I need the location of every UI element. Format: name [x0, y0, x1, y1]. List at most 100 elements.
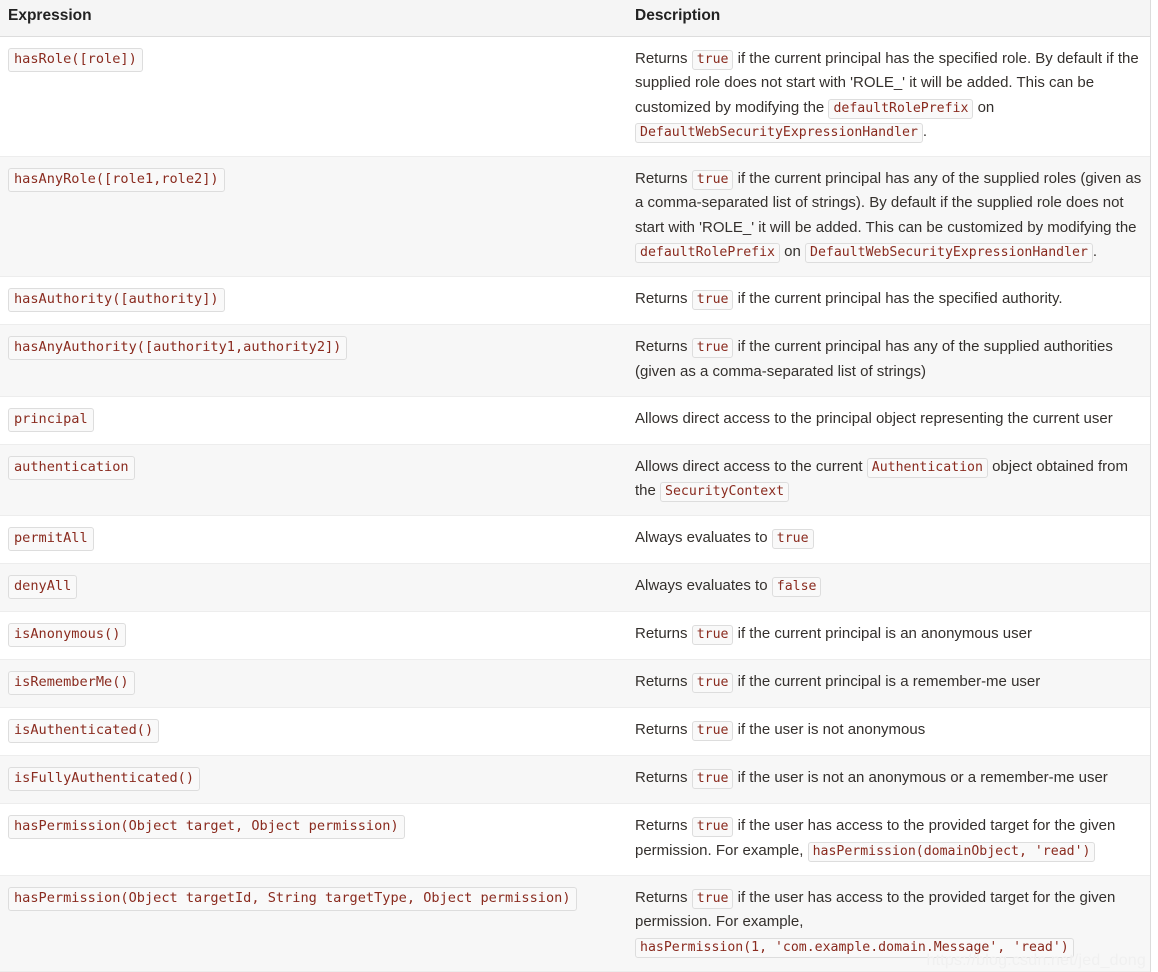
description-text: if the user is not anonymous: [733, 721, 926, 739]
description-cell: Returns true if the user is not anonymou…: [627, 707, 1150, 757]
expression-code: authentication: [8, 455, 135, 480]
expression-code: hasAnyAuthority([authority1,authority2]): [8, 336, 348, 361]
expression-code: hasAnyRole([role1,role2]): [8, 168, 225, 193]
inline-code: true: [691, 49, 734, 70]
expression-code: permitAll: [8, 527, 94, 552]
description-cell: Always evaluates to false: [627, 563, 1150, 613]
description-text: Returns: [635, 290, 692, 308]
expression-code: isAuthenticated(): [8, 719, 160, 744]
inline-code: defaultRolePrefix: [635, 243, 780, 263]
table-row: hasRole([role]) Returns true if the curre…: [0, 36, 1150, 158]
description-text: if the user is not an anonymous or a rem…: [733, 769, 1108, 787]
expression-cell: isAnonymous(): [0, 611, 627, 661]
expression-code: isFullyAuthenticated(): [8, 767, 201, 792]
inline-code: false: [771, 577, 822, 598]
inline-code: DefaultWebSecurityExpressionHandler: [805, 243, 1093, 263]
column-header-description: Description: [627, 0, 1150, 37]
expression-code: hasPermission(Object targetId, String ta…: [8, 886, 577, 911]
description-text: Returns: [635, 170, 692, 188]
expression-code: isRememberMe(): [8, 671, 135, 696]
inline-code: true: [691, 769, 734, 790]
description-text: Returns: [635, 338, 692, 356]
description-cell: Returns true if the current principal ha…: [627, 324, 1150, 397]
inline-code: true: [771, 529, 814, 550]
expression-cell: hasRole([role]): [0, 36, 627, 158]
inline-code: SecurityContext: [660, 482, 790, 503]
inline-code: hasPermission(domainObject, 'read'): [807, 841, 1096, 862]
expression-cell: hasPermission(Object target, Object perm…: [0, 803, 627, 876]
expression-code: hasAuthority([authority]): [8, 288, 225, 313]
expression-cell: hasAnyRole([role1,role2]): [0, 156, 627, 278]
inline-code: true: [691, 170, 734, 191]
table-row: permitAll Always evaluates to true: [0, 515, 1150, 565]
expression-cell: isFullyAuthenticated(): [0, 755, 627, 805]
expression-cell: permitAll: [0, 515, 627, 565]
description-text: if the current principal is an anonymous…: [733, 625, 1032, 643]
table-row: hasPermission(Object target, Object perm…: [0, 803, 1150, 876]
expression-code: hasPermission(Object target, Object perm…: [8, 815, 405, 840]
description-text: Returns: [635, 721, 692, 739]
expression-code: principal: [8, 407, 94, 432]
inline-code: true: [691, 290, 734, 311]
inline-code: true: [691, 338, 734, 359]
table-row: hasPermission(Object targetId, String ta…: [0, 875, 1150, 972]
expression-cell: hasPermission(Object targetId, String ta…: [0, 875, 627, 972]
description-cell: Returns true if the current principal ha…: [627, 276, 1150, 326]
description-cell: Returns true if the user is not an anony…: [627, 755, 1150, 805]
inline-code: Authentication: [866, 457, 988, 478]
description-cell: Allows direct access to the current Auth…: [627, 444, 1150, 517]
inline-code: true: [691, 625, 734, 646]
table-header-row: Expression Description: [0, 0, 1150, 37]
table-row: hasAnyAuthority([authority1,authority2])…: [0, 324, 1150, 397]
inline-code: true: [691, 888, 734, 909]
description-text: on: [779, 243, 806, 260]
table-body: hasRole([role]) Returns true if the curre…: [0, 36, 1150, 972]
table-header: Expression Description: [0, 0, 1150, 37]
description-cell: Returns true if the current principal is…: [627, 611, 1150, 661]
description-text: if the current principal has the specifi…: [733, 290, 1063, 308]
description-cell: Returns true if the current principal is…: [627, 659, 1150, 709]
description-text: Always evaluates to: [635, 529, 772, 547]
description-cell: Returns true if the user has access to t…: [627, 803, 1150, 876]
description-cell: Allows direct access to the principal ob…: [627, 396, 1150, 445]
inline-code: true: [691, 817, 734, 838]
expression-cell: hasAuthority([authority]): [0, 276, 627, 326]
expression-cell: authentication: [0, 444, 627, 517]
expression-code: denyAll: [8, 575, 78, 600]
description-cell: Always evaluates to true: [627, 515, 1150, 565]
description-text: Returns: [635, 888, 692, 906]
expression-code: hasRole([role]): [8, 47, 143, 72]
inline-code: defaultRolePrefix: [828, 98, 974, 119]
description-text: Always evaluates to: [635, 577, 772, 595]
description-text: Allows direct access to the current: [635, 457, 867, 475]
inline-code: true: [691, 673, 734, 694]
description-cell: Returns true if the current principal ha…: [627, 36, 1150, 158]
description-text: Returns: [635, 673, 692, 691]
expression-cell: denyAll: [0, 563, 627, 613]
description-text: Returns: [635, 769, 692, 787]
description-text: Allows direct access to the principal ob…: [635, 409, 1113, 427]
table-row: principal Allows direct access to the pri…: [0, 396, 1150, 445]
description-text: Returns: [635, 625, 692, 643]
description-text: Returns: [635, 49, 692, 67]
expression-code: isAnonymous(): [8, 623, 127, 648]
column-header-expression: Expression: [0, 0, 627, 37]
expression-cell: principal: [0, 396, 627, 445]
table-row: authentication Allows direct access to th…: [0, 444, 1150, 517]
description-text: if the current principal is a remember-m…: [733, 673, 1041, 691]
expression-reference-table-wrapper: Expression Description hasRole([role]) Re…: [0, 0, 1151, 972]
description-text: .: [922, 122, 928, 140]
inline-code: DefaultWebSecurityExpressionHandler: [635, 122, 923, 143]
description-text: on: [973, 98, 995, 116]
table-row: isAuthenticated() Returns true if the use…: [0, 707, 1150, 757]
table-row: hasAnyRole([role1,role2]) Returns true if…: [0, 156, 1150, 278]
description-cell: Returns true if the user has access to t…: [627, 875, 1150, 972]
description-cell: Returns true if the current principal ha…: [627, 156, 1150, 278]
expression-cell: isAuthenticated(): [0, 707, 627, 757]
expression-reference-table: Expression Description hasRole([role]) Re…: [0, 0, 1150, 972]
description-text: Returns: [635, 817, 692, 835]
inline-code: hasPermission(1, 'com.example.domain.Mes…: [635, 937, 1074, 958]
table-row: denyAll Always evaluates to false: [0, 563, 1150, 613]
table-row: isFullyAuthenticated() Returns true if th…: [0, 755, 1150, 805]
inline-code: true: [691, 721, 734, 742]
